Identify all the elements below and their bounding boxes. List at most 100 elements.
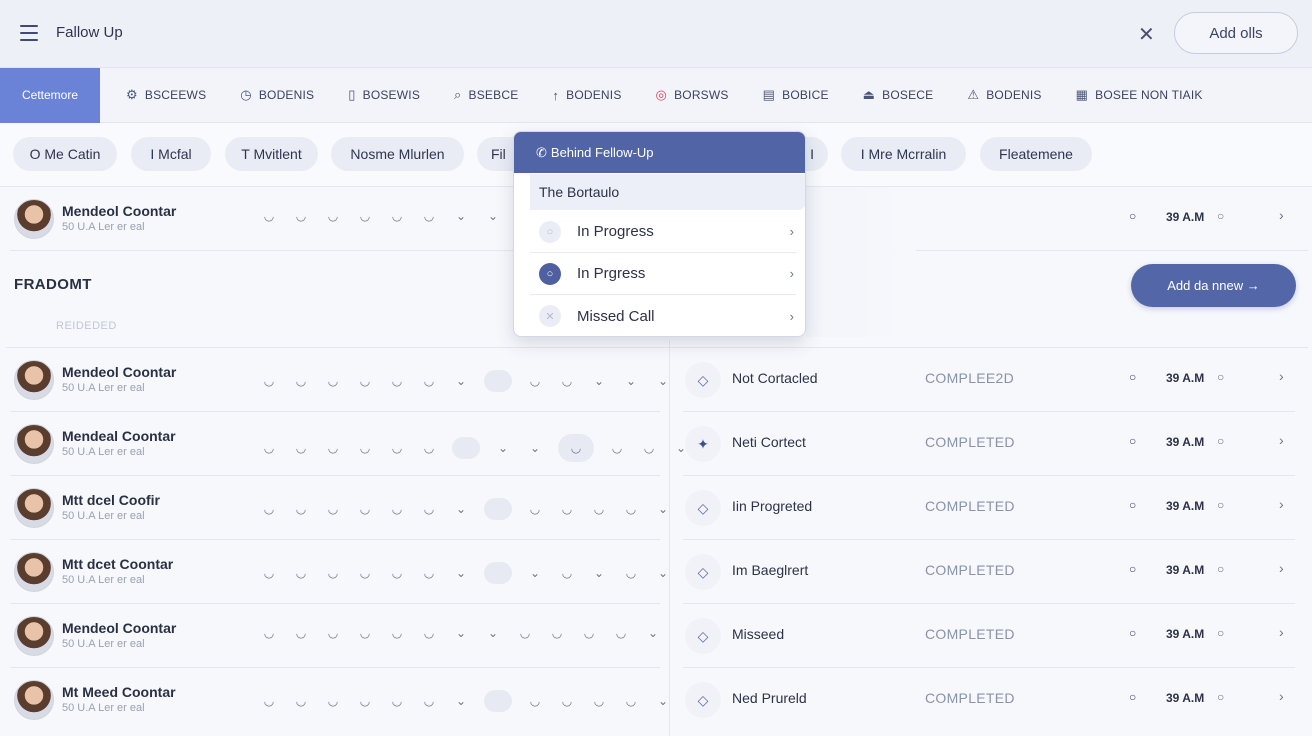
shield-icon[interactable]: ◡ (420, 441, 438, 455)
shield-icon[interactable]: ◡ (292, 502, 310, 516)
table-row[interactable]: Mendeol Coontar 50 U.A Ler er eal ◡ ◡ ◡ ◡ ◡ ◡… (10, 348, 668, 412)
shield-icon[interactable]: ◡ (590, 694, 608, 708)
chevron-down-icon[interactable]: ⌄ (494, 441, 512, 455)
shield-icon[interactable]: ◡ (260, 374, 278, 388)
shield-icon[interactable]: ◡ (260, 694, 278, 708)
shield-icon[interactable]: ◡ (292, 441, 310, 455)
shield-icon[interactable]: ◡ (324, 209, 342, 223)
filter-chip[interactable]: Fleatemene (980, 137, 1092, 171)
radio-icon[interactable]: ○ (1217, 562, 1224, 576)
chevron-down-icon[interactable]: ⌄ (654, 566, 672, 580)
shield-icon[interactable]: ◡ (622, 694, 640, 708)
shield-icon[interactable]: ◡ (324, 502, 342, 516)
shield-icon[interactable]: ◡ (356, 209, 374, 223)
filter-chip[interactable]: O Me Catin (13, 137, 117, 171)
shield-icon[interactable]: ◡ (526, 502, 544, 516)
radio-icon[interactable]: ○ (1129, 498, 1136, 512)
chevron-right-icon[interactable]: › (1279, 207, 1284, 223)
dropdown-header[interactable]: ✆ Behind Fellow-Up (514, 132, 805, 173)
shield-icon[interactable]: ◡ (324, 626, 342, 640)
chevron-down-icon[interactable]: ⌄ (654, 694, 672, 708)
shield-icon[interactable]: ◡ (420, 626, 438, 640)
radio-icon[interactable]: ○ (1217, 690, 1224, 704)
table-row-status[interactable]: ✦ Neti Cortect COMPLETED ○ 39 A.M ○ › (683, 412, 1295, 476)
radio-icon[interactable]: ○ (1129, 209, 1136, 223)
nav-item-4[interactable]: ⌕ BSEBCE (446, 87, 526, 103)
radio-icon[interactable]: ○ (1217, 498, 1224, 512)
dropdown-item-missed-call[interactable]: ✕ Missed Call › (530, 295, 796, 336)
shield-icon[interactable]: ◡ (324, 694, 342, 708)
radio-icon[interactable]: ○ (1217, 370, 1224, 384)
shield-icon[interactable]: ◡ (388, 441, 406, 455)
shield-icon[interactable]: ◡ (388, 626, 406, 640)
shield-icon[interactable]: ◡ (388, 566, 406, 580)
shield-icon[interactable]: ◡ (526, 694, 544, 708)
chevron-down-icon[interactable]: ⌄ (452, 626, 470, 640)
shield-icon[interactable]: ◡ (558, 502, 576, 516)
shield-icon[interactable]: ◡ (292, 374, 310, 388)
nav-item-10[interactable]: ▦ BOSEE NON TIAIK (1068, 87, 1211, 103)
chevron-down-icon[interactable]: ⌄ (526, 441, 544, 455)
table-row-status[interactable]: ◇ Not Cortacled COMPLEE2D ○ 39 A.M ○ › (683, 348, 1295, 412)
radio-icon[interactable]: ○ (1217, 626, 1224, 640)
shield-icon[interactable]: ◡ (558, 374, 576, 388)
shield-icon[interactable]: ◡ (292, 566, 310, 580)
shield-icon[interactable]: ◡ (356, 626, 374, 640)
chevron-down-icon[interactable]: ⌄ (590, 566, 608, 580)
toggle-pill[interactable] (452, 437, 480, 459)
nav-item-6[interactable]: ◎ BORSWS (648, 87, 737, 103)
hamburger-menu-icon[interactable] (20, 25, 38, 41)
chevron-right-icon[interactable]: › (1279, 688, 1284, 704)
chevron-down-icon[interactable]: ⌄ (484, 626, 502, 640)
shield-icon[interactable]: ◡ (420, 694, 438, 708)
shield-icon[interactable]: ◡ (260, 502, 278, 516)
table-row-status[interactable]: ◇ Im Baeglrert COMPLETED ○ 39 A.M ○ › (683, 540, 1295, 604)
shield-icon[interactable]: ◡ (640, 441, 658, 455)
shield-icon[interactable]: ◡ (420, 374, 438, 388)
shield-icon[interactable]: ◡ (526, 374, 544, 388)
shield-icon[interactable]: ◡ (260, 626, 278, 640)
table-row-status[interactable]: ◇ Misseed COMPLETED ○ 39 A.M ○ › (683, 604, 1295, 668)
chevron-down-icon[interactable]: ⌄ (452, 502, 470, 516)
table-row[interactable]: Mtt dcet Coontar 50 U.A Ler er eal ◡ ◡ ◡ ◡ ◡… (10, 540, 668, 604)
filter-chip[interactable]: Nosme Mlurlen (331, 137, 464, 171)
nav-item-active[interactable]: Cettemore (0, 67, 100, 123)
radio-icon[interactable]: ○ (1129, 370, 1136, 384)
shield-icon[interactable]: ◡ (356, 502, 374, 516)
shield-icon[interactable]: ◡ (558, 566, 576, 580)
chevron-down-icon[interactable]: ⌄ (452, 209, 470, 223)
chevron-down-icon[interactable]: ⌄ (654, 374, 672, 388)
chevron-down-icon[interactable]: ⌄ (622, 374, 640, 388)
shield-icon[interactable]: ◡ (324, 441, 342, 455)
close-icon[interactable]: ✕ (1138, 22, 1155, 47)
toggle-pill[interactable] (484, 498, 512, 520)
filter-chip[interactable]: I Mcfal (131, 137, 211, 171)
shield-icon[interactable]: ◡ (356, 441, 374, 455)
add-new-button[interactable]: Add da nnew → (1131, 264, 1296, 307)
radio-icon[interactable]: ○ (1129, 562, 1136, 576)
nav-item-2[interactable]: ◷ BODENIS (232, 87, 322, 103)
table-row[interactable]: Mendeal Coontar 50 U.A Ler er eal ◡ ◡ ◡ ◡ ◡ ◡… (10, 412, 686, 476)
shield-icon[interactable]: ◡ (420, 502, 438, 516)
chevron-down-icon[interactable]: ⌄ (484, 209, 502, 223)
chevron-right-icon[interactable]: › (1279, 624, 1284, 640)
shield-icon[interactable]: ◡ (622, 502, 640, 516)
shield-icon[interactable]: ◡ (388, 502, 406, 516)
nav-item-8[interactable]: ⏏ BOSECE (855, 87, 942, 103)
chevron-right-icon[interactable]: › (1279, 560, 1284, 576)
shield-icon[interactable]: ◡ (612, 626, 630, 640)
nav-item-5[interactable]: ↑ BODENIS (544, 88, 629, 103)
radio-icon[interactable]: ○ (1217, 434, 1224, 448)
shield-icon[interactable]: ◡ (324, 566, 342, 580)
shield-icon[interactable]: ◡ (516, 626, 534, 640)
chevron-right-icon[interactable]: › (1279, 432, 1284, 448)
chevron-down-icon[interactable]: ⌄ (452, 374, 470, 388)
add-button[interactable]: Add olls (1174, 12, 1298, 54)
nav-item-7[interactable]: ▤ BOBICE (755, 87, 837, 103)
table-row-status[interactable]: ◇ Ned Prureld COMPLETED ○ 39 A.M ○ › (683, 668, 1295, 732)
shield-icon[interactable]: ◡ (356, 694, 374, 708)
chevron-right-icon[interactable]: › (1279, 496, 1284, 512)
shield-icon[interactable]: ◡ (324, 374, 342, 388)
shield-icon[interactable]: ◡ (590, 502, 608, 516)
shield-icon[interactable]: ◡ (558, 694, 576, 708)
